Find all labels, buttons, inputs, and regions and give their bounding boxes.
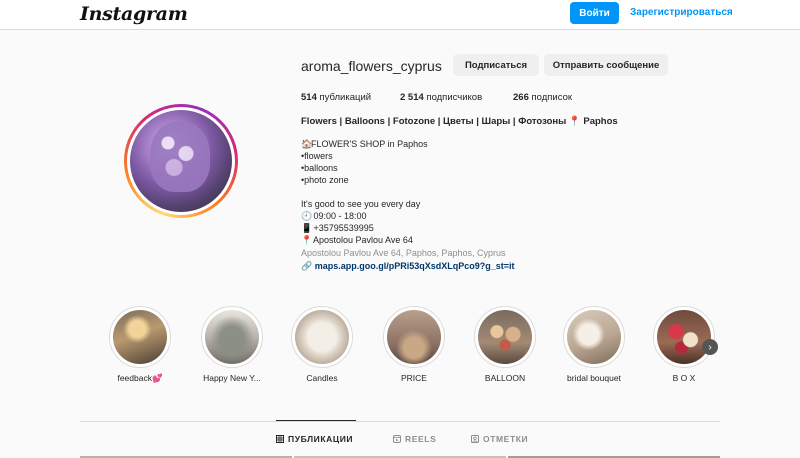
grid-icon <box>276 435 284 443</box>
next-arrow-icon[interactable]: › <box>702 339 718 355</box>
login-button[interactable]: Войти <box>570 2 619 24</box>
balloon-photo-icon <box>478 310 532 364</box>
highlight-label: feedback💕 <box>117 373 163 383</box>
bio-line-phone: 📱 +35795539995 <box>301 223 374 233</box>
tab-label: ПУБЛИКАЦИИ <box>288 434 354 444</box>
followers-stat[interactable]: 2 514 подписчиков <box>400 92 482 103</box>
profile-address[interactable]: Apostolou Pavlou Ave 64, Paphos, Paphos,… <box>301 247 505 259</box>
shop-icon: 🏠 <box>301 139 313 149</box>
top-bar: Instagram Войти Зарегистрироваться <box>0 0 800 30</box>
phone-icon: 📱 <box>301 223 313 233</box>
highlight-bridal-bouquet[interactable]: bridal bouquet <box>563 306 625 383</box>
highlight-price[interactable]: PRICE <box>383 306 445 383</box>
highlight-label: bridal bouquet <box>567 373 621 383</box>
register-link[interactable]: Зарегистрироваться <box>630 7 733 18</box>
followers-label: подписчиков <box>423 92 483 103</box>
bio-line-street: 📍 Apostolou Pavlou Ave 64 <box>301 235 413 245</box>
follow-button[interactable]: Подписаться <box>453 54 539 76</box>
highlight-candles[interactable]: Candles <box>291 306 353 383</box>
highlight-label: Happy New Y... <box>203 373 261 383</box>
bio-name-suffix: Paphos <box>580 116 618 127</box>
clock-icon: 🕘 <box>301 211 313 221</box>
link-icon: 🔗 <box>301 261 313 271</box>
bio-line-balloons: •balloons <box>301 163 338 173</box>
bouquet-photo-icon <box>567 310 621 364</box>
highlight-box[interactable]: B O X <box>653 306 715 383</box>
highlight-balloon[interactable]: BALLOON <box>474 306 536 383</box>
bio-line-flowers: •flowers <box>301 151 333 161</box>
avatar-image <box>130 110 232 212</box>
tab-label: ОТМЕТКИ <box>483 434 529 444</box>
posts-label: публикаций <box>316 92 372 103</box>
following-stat[interactable]: 266 подписок <box>513 92 572 103</box>
highlight-label: BALLOON <box>484 373 526 383</box>
tagged-icon <box>471 435 479 443</box>
price-photo-icon <box>387 310 441 364</box>
highlight-label: B O X <box>672 373 696 383</box>
profile-link-text[interactable]: maps.app.goo.gl/pPRi53qXsdXLqPco9?g_st=i… <box>315 261 515 271</box>
tab-posts[interactable]: ПУБЛИКАЦИИ <box>276 434 353 444</box>
tab-tagged[interactable]: ОТМЕТКИ <box>471 434 528 444</box>
highlight-label: PRICE <box>401 373 427 383</box>
location-pin-icon: 📍 <box>301 235 313 245</box>
active-tab-indicator <box>276 420 356 421</box>
bio-line-hours: 🕘 09:00 - 18:00 <box>301 211 367 221</box>
highlight-happy-new-year[interactable]: Happy New Y... <box>201 306 263 383</box>
tab-reels[interactable]: REELS <box>393 434 436 444</box>
posts-count-stat: 514 публикаций <box>301 92 371 103</box>
bio-line-photozone: •photo zone <box>301 175 349 185</box>
following-count: 266 <box>513 92 529 103</box>
christmas-tree-photo-icon <box>205 310 259 364</box>
candle-photo-icon <box>295 310 349 364</box>
profile-link[interactable]: 🔗 maps.app.goo.gl/pPRi53qXsdXLqPco9?g_st… <box>301 260 515 272</box>
profile-username: aroma_flowers_cyprus <box>301 58 442 74</box>
send-message-button[interactable]: Отправить сообщение <box>544 54 668 76</box>
followers-count: 2 514 <box>400 92 424 103</box>
highlight-feedback[interactable]: feedback💕 <box>109 306 171 383</box>
tabs-divider <box>80 421 720 422</box>
feedback-photo-icon <box>113 310 167 364</box>
highlight-label: Candles <box>306 373 338 383</box>
following-label: подписок <box>528 92 573 103</box>
instagram-logo[interactable]: Instagram <box>80 3 188 25</box>
bio-name-text: Flowers | Balloons | Fotozone | Цветы | … <box>301 116 569 127</box>
bio-line-shop: 🏠FLOWER'S SHOP in Paphos <box>301 139 428 149</box>
pin-icon: 📍 <box>568 116 581 127</box>
bio-category-line: Flowers | Balloons | Fotozone | Цветы | … <box>301 116 618 127</box>
bio-line-greeting: It's good to see you every day <box>301 199 421 209</box>
profile-avatar[interactable] <box>124 104 238 218</box>
reels-icon <box>393 435 401 443</box>
flower-box-photo-icon <box>657 310 711 364</box>
posts-count: 514 <box>301 92 317 103</box>
tab-label: REELS <box>405 434 437 444</box>
